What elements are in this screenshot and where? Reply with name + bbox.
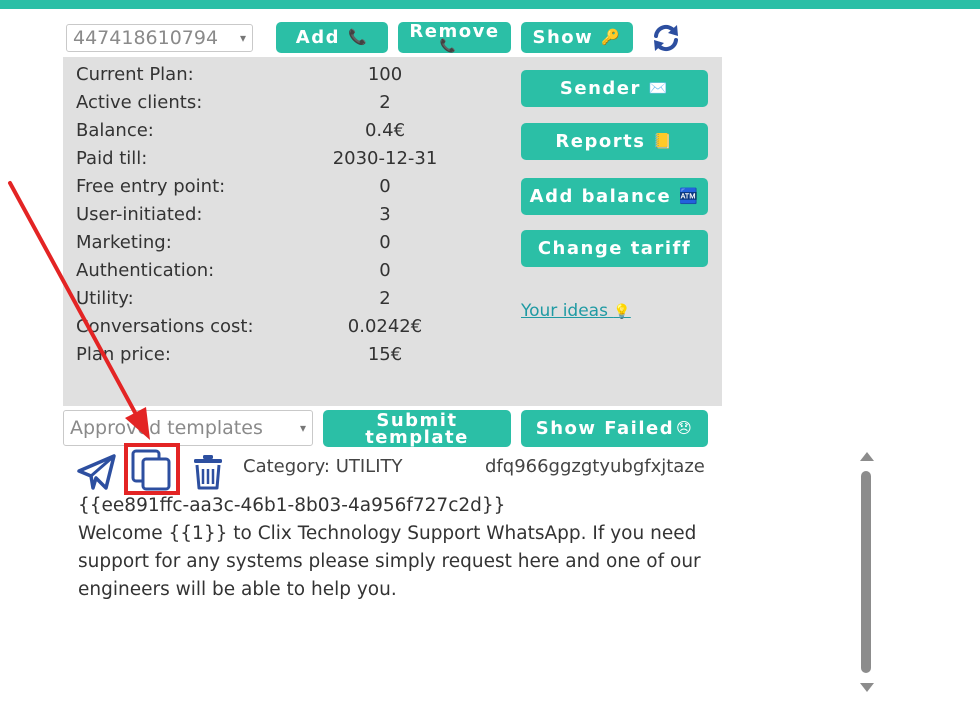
plan-row-value: 2 <box>379 288 391 309</box>
plan-row-value: 0 <box>379 176 391 197</box>
your-ideas-link[interactable]: Your ideas 💡 <box>521 301 631 321</box>
plan-row-label: Active clients: <box>76 92 203 113</box>
atm-icon: 🏧 <box>679 187 700 205</box>
plan-row-marketing: Marketing: 0 <box>76 227 476 255</box>
plan-row-value: 0.4€ <box>364 120 406 141</box>
plan-row-label: Free entry point: <box>76 176 226 197</box>
template-id: {{ee891ffc-aa3c-46b1-8b03-4a956f727c2d}} <box>78 495 506 516</box>
plan-row-value: 2030-12-31 <box>332 148 438 169</box>
plan-row-label: Marketing: <box>76 232 172 253</box>
plan-row-value: 0 <box>379 232 391 253</box>
plan-row-plan-price: Plan price: 15€ <box>76 339 476 367</box>
key-icon: 🔑 <box>601 28 622 46</box>
plan-row-balance: Balance: 0.4€ <box>76 115 476 143</box>
scroll-down-arrow-icon[interactable] <box>860 683 874 692</box>
add-balance-button-label: Add balance <box>529 186 672 207</box>
plan-row-value: 100 <box>367 64 403 85</box>
phone-icon: 📞 <box>348 28 369 46</box>
plan-row-value: 3 <box>379 204 391 225</box>
disappointed-face-icon: 😞 <box>676 419 694 437</box>
plan-row-label: Utility: <box>76 288 134 309</box>
change-tariff-button-label: Change tariff <box>537 238 692 259</box>
plan-row-free-entry-point: Free entry point: 0 <box>76 171 476 199</box>
template-body: Welcome {{1}} to Clix Technology Support… <box>78 523 701 600</box>
plan-row-paid-till: Paid till: 2030-12-31 <box>76 143 476 171</box>
plan-row-value: 2 <box>379 92 391 113</box>
show-button[interactable]: Show 🔑 <box>521 22 633 53</box>
plan-row-label: Conversations cost: <box>76 316 254 337</box>
chevron-down-icon: ▾ <box>239 31 246 45</box>
send-icon[interactable] <box>76 452 118 492</box>
template-category: Category: UTILITY <box>243 456 403 477</box>
chevron-down-icon: ▾ <box>299 421 306 435</box>
phone-number-select[interactable]: 447418610794 ▾ <box>66 24 253 52</box>
copy-icon-highlight <box>124 443 180 495</box>
reports-button-label: Reports <box>555 131 646 152</box>
template-name: dfq966ggzgtyubgfxjtaze <box>485 456 705 477</box>
reports-button[interactable]: Reports 📒 <box>521 123 708 160</box>
lightbulb-icon: 💡 <box>613 304 631 320</box>
sender-button[interactable]: Sender ✉️ <box>521 70 708 107</box>
show-failed-button[interactable]: Show Failed 😞 <box>521 410 708 447</box>
plan-row-user-initiated: User-initiated: 3 <box>76 199 476 227</box>
trash-icon[interactable] <box>192 453 224 491</box>
show-button-label: Show <box>532 27 594 48</box>
plan-row-label: Authentication: <box>76 260 215 281</box>
change-tariff-button[interactable]: Change tariff <box>521 230 708 267</box>
template-filter-select[interactable]: Approved templates ▾ <box>63 410 313 446</box>
submit-template-label-line2: template <box>365 426 469 448</box>
plan-row-conversations-cost: Conversations cost: 0.0242€ <box>76 311 476 339</box>
scroll-up-arrow-icon[interactable] <box>860 452 874 461</box>
plan-row-label: Balance: <box>76 120 154 141</box>
template-filter-value: Approved templates <box>70 417 263 439</box>
submit-template-button[interactable]: Submit template <box>323 410 511 447</box>
add-button-label: Add <box>295 27 340 48</box>
template-content: {{ee891ffc-aa3c-46b1-8b03-4a956f727c2d}}… <box>78 492 718 604</box>
plan-row-label: User-initiated: <box>76 204 203 225</box>
plan-row-value: 15€ <box>367 344 403 365</box>
your-ideas-label: Your ideas <box>521 301 608 321</box>
plan-row-value: 0 <box>379 260 391 281</box>
scrollbar-thumb[interactable] <box>861 471 871 673</box>
plan-row-value: 0.0242€ <box>347 316 423 337</box>
plan-row-label: Current Plan: <box>76 64 194 85</box>
sender-button-label: Sender <box>559 78 641 99</box>
add-balance-button[interactable]: Add balance 🏧 <box>521 178 708 215</box>
remove-button[interactable]: Remove 📞 <box>398 22 511 54</box>
phone-icon: 📞 <box>439 39 458 54</box>
plan-row-utility: Utility: 2 <box>76 283 476 311</box>
receipt-icon: 📒 <box>653 132 674 150</box>
top-accent-bar <box>0 0 980 9</box>
phone-number-value: 447418610794 <box>73 27 219 49</box>
refresh-icon[interactable] <box>650 22 682 54</box>
show-failed-label: Show Failed <box>535 418 675 439</box>
plan-row-authentication: Authentication: 0 <box>76 255 476 283</box>
add-button[interactable]: Add 📞 <box>276 22 388 53</box>
submit-template-label-line1: Submit <box>376 409 458 431</box>
envelope-icon: ✉️ <box>648 79 670 97</box>
plan-row-current-plan: Current Plan: 100 <box>76 59 476 87</box>
plan-row-active-clients: Active clients: 2 <box>76 87 476 115</box>
plan-row-label: Plan price: <box>76 344 171 365</box>
plan-row-label: Paid till: <box>76 148 148 169</box>
